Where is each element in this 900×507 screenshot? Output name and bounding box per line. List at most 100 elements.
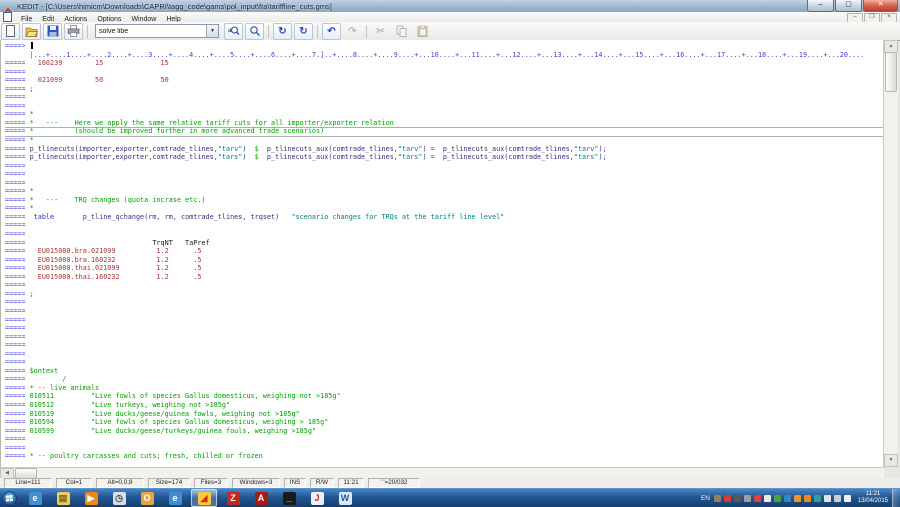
code-segment: * bbox=[30, 204, 34, 212]
line-prefix: ===== bbox=[5, 324, 30, 332]
change-button[interactable]: ↻ bbox=[273, 23, 292, 40]
editor-line: ===== bbox=[5, 316, 885, 325]
code-segment: ; bbox=[603, 145, 607, 153]
taskbar-clock[interactable]: 11:21 13/04/2015 bbox=[858, 491, 888, 505]
editor-line: ===== p_tlinecuts(importer,exporter,comt… bbox=[5, 145, 885, 154]
save-file-button[interactable] bbox=[43, 23, 62, 40]
change-all-button[interactable]: ↻ bbox=[294, 23, 313, 40]
code-segment: ; bbox=[30, 290, 34, 298]
start-button[interactable] bbox=[0, 490, 19, 507]
redo-button[interactable]: ↷ bbox=[343, 23, 362, 40]
line-prefix: ===== bbox=[5, 384, 30, 392]
kedit-window: KEDIT - [C:\Users\himicm\Downloads\CAPRI… bbox=[0, 0, 900, 506]
editor-line: ===== bbox=[5, 170, 885, 179]
virtualbox-icon[interactable] bbox=[794, 495, 801, 502]
taskbar: e▤▶◷Oe◢ZA_JW EN 11:21 13/04/2015 bbox=[0, 488, 900, 507]
line-prefix: ===== bbox=[5, 375, 30, 383]
media-player-icon[interactable]: ▶ bbox=[79, 490, 103, 506]
editor-line: ===== EU015000.thai.021099 1.2 .5 bbox=[5, 264, 885, 273]
editor-line: ===== bbox=[5, 281, 885, 290]
speaker-icon[interactable] bbox=[844, 495, 851, 502]
minimize-button[interactable]: – bbox=[807, 0, 834, 12]
word-icon[interactable]: W bbox=[333, 490, 357, 506]
status-cell: 11:21 bbox=[338, 478, 364, 488]
internet-explorer-2-icon-glyph: e bbox=[169, 492, 182, 505]
line-prefix: ===== bbox=[5, 341, 30, 349]
editor-line: ===== 010594 "Live fowls of species Gall… bbox=[5, 418, 885, 427]
copy-button[interactable] bbox=[392, 23, 411, 40]
editor-line: ===== bbox=[5, 358, 885, 367]
vertical-scroll-thumb[interactable] bbox=[885, 52, 897, 92]
line-prefix: ===== bbox=[5, 418, 30, 426]
line-prefix: ===== bbox=[5, 256, 30, 264]
code-segment: ; bbox=[603, 153, 607, 161]
editor-line: ===== bbox=[5, 162, 885, 171]
search-combobox-value[interactable]: solve libe bbox=[96, 28, 206, 35]
java-icon[interactable]: J bbox=[305, 490, 329, 506]
editor-line: ===== bbox=[5, 93, 885, 102]
search-combobox[interactable]: solve libe ▼ bbox=[95, 24, 219, 38]
document-icon[interactable] bbox=[3, 12, 12, 22]
line-prefix: ===== bbox=[5, 307, 30, 315]
update-icon[interactable] bbox=[754, 495, 761, 502]
find-button[interactable] bbox=[245, 23, 264, 40]
office-icon[interactable] bbox=[804, 495, 811, 502]
drive-icon[interactable] bbox=[814, 495, 821, 502]
volume-mixer-icon[interactable] bbox=[744, 495, 751, 502]
code-segment: * --- Here we apply the same relative ta… bbox=[30, 119, 394, 127]
open-file-button[interactable] bbox=[22, 23, 41, 40]
paste-button[interactable] bbox=[413, 23, 432, 40]
line-prefix: ===== bbox=[5, 410, 30, 418]
vertical-scrollbar[interactable]: ▲ ▼ bbox=[883, 40, 898, 467]
clock-app-icon[interactable]: ◷ bbox=[107, 490, 131, 506]
show-desktop-button[interactable] bbox=[892, 489, 900, 507]
line-prefix: ===== bbox=[5, 187, 30, 195]
text-area[interactable]: ====> |...+....1....+....2....+....3....… bbox=[0, 40, 885, 467]
toolbar: solve libe ▼ a ↻ ↻ ↶ ↷ ✂ bbox=[0, 22, 900, 41]
code-segment: p_tlinecuts(importer,exporter,comtrade_t… bbox=[30, 153, 218, 161]
undo-button[interactable]: ↶ bbox=[322, 23, 341, 40]
kedit-icon[interactable]: ◢ bbox=[191, 489, 217, 507]
print-button[interactable] bbox=[64, 23, 83, 40]
outlook-icon[interactable]: O bbox=[135, 490, 159, 506]
adobe-reader-icon-glyph: A bbox=[255, 492, 268, 505]
editor-line: ===== 010512 "Live turkeys, weighing not… bbox=[5, 401, 885, 410]
language-indicator[interactable]: EN bbox=[701, 495, 710, 502]
new-file-button[interactable] bbox=[1, 23, 20, 40]
internet-explorer-2-icon[interactable]: e bbox=[163, 490, 187, 506]
security-alert-icon[interactable] bbox=[724, 495, 731, 502]
editor-line: ===== TrqNT TaPref bbox=[5, 239, 885, 248]
code-segment: "tarv" bbox=[398, 145, 423, 153]
eject-icon[interactable] bbox=[834, 495, 841, 502]
editor-line: ===== * --- TRQ changes (quota incrase e… bbox=[5, 196, 885, 205]
code-segment: * --- TRQ changes (quota incrase etc.) bbox=[30, 196, 206, 204]
code-segment: * (should be improved further in more ad… bbox=[30, 127, 325, 135]
briefcase-icon[interactable] bbox=[714, 495, 721, 502]
code-segment: 010599 "Live ducks/geese/turkeys/guinea … bbox=[30, 427, 316, 435]
editor-line: ===== / bbox=[5, 375, 885, 384]
display-icon[interactable] bbox=[734, 495, 741, 502]
line-prefix: ===== bbox=[5, 102, 30, 110]
line-prefix: ===== bbox=[5, 392, 30, 400]
code-segment: p_tlinecuts(importer,exporter,comtrade_t… bbox=[30, 145, 218, 153]
window-icon[interactable] bbox=[764, 495, 771, 502]
scroll-down-arrow-icon[interactable]: ▼ bbox=[884, 454, 898, 467]
chevron-down-icon[interactable]: ▼ bbox=[206, 25, 218, 37]
status-cell: Col=1 bbox=[56, 478, 92, 488]
maximize-button[interactable]: ▢ bbox=[835, 0, 862, 12]
adobe-reader-icon[interactable]: A bbox=[249, 490, 273, 506]
outlook-icon-glyph: O bbox=[141, 492, 154, 505]
internet-explorer-icon[interactable]: e bbox=[23, 490, 47, 506]
editor-line: ===== bbox=[5, 102, 885, 111]
code-segment: "tarv" bbox=[574, 145, 599, 153]
close-button[interactable]: ✕ bbox=[863, 0, 898, 12]
zonealarm-icon[interactable]: Z bbox=[221, 490, 245, 506]
status-green-icon[interactable] bbox=[774, 495, 781, 502]
find-with-text-button[interactable]: a bbox=[224, 23, 243, 40]
document-tray-icon[interactable] bbox=[824, 495, 831, 502]
windows-explorer-icon[interactable]: ▤ bbox=[51, 490, 75, 506]
line-prefix: ===== bbox=[5, 367, 30, 375]
command-prompt-icon[interactable]: _ bbox=[277, 490, 301, 506]
sync-icon[interactable] bbox=[784, 495, 791, 502]
cut-button[interactable]: ✂ bbox=[371, 23, 390, 40]
